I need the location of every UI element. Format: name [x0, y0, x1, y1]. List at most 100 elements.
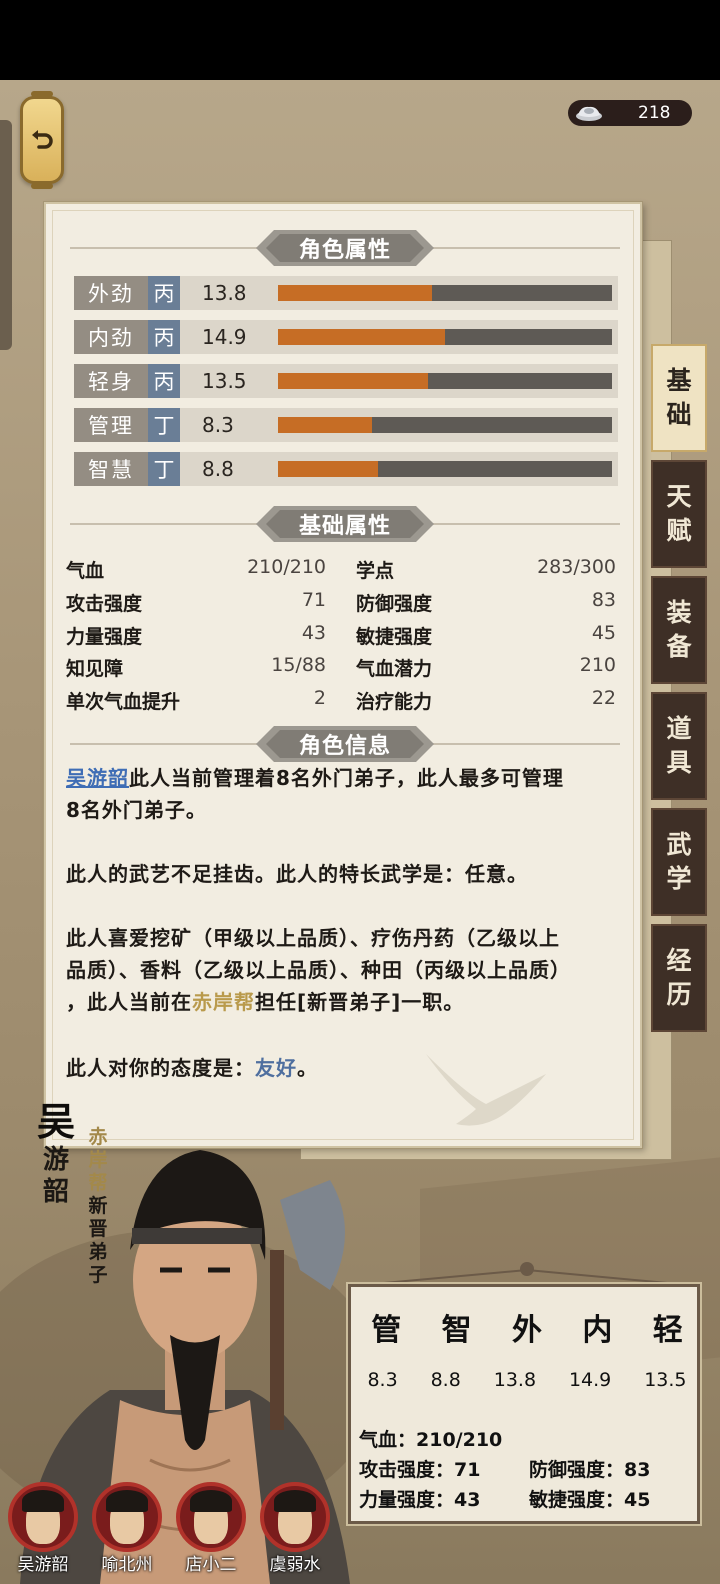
role-char: 新	[88, 1195, 108, 1217]
tab-char: 天	[666, 482, 692, 511]
back-arrow-icon	[32, 130, 53, 149]
stat-label: 力量强度	[66, 626, 143, 648]
info-paragraph-preferences: 此人喜爱挖矿（甲级以上品质）、疗伤丹药（乙级以上 品质）、香料（乙级以上品质）、…	[66, 922, 626, 1018]
attribute-grade: 丙	[148, 364, 180, 398]
roster-avatar[interactable]	[260, 1482, 330, 1552]
attribute-value: 13.8	[202, 281, 247, 305]
info-text: ，此人当前在	[66, 990, 192, 1014]
tab-equipment[interactable]: 装 备	[651, 576, 707, 684]
section-title-attributes: 角色属性	[46, 228, 644, 268]
tab-char: 历	[666, 980, 692, 1009]
stat-item: 敏捷强度 45	[356, 622, 616, 650]
attribute-bar-fill	[278, 285, 432, 301]
card-value: 14.9	[568, 1369, 612, 1391]
roster-avatar[interactable]	[8, 1482, 78, 1552]
stat-item: 防御强度 83	[356, 589, 616, 617]
stat-label: 防御强度	[356, 593, 433, 615]
name-char: 游	[42, 1145, 69, 1175]
stat-item: 单次气血提升 2	[66, 687, 326, 715]
tab-martial-arts[interactable]: 武 学	[651, 808, 707, 916]
character-affiliation-vertical: 赤 岸 帮 新 晋 弟 子	[86, 1126, 110, 1287]
section-title-basic: 基础属性	[46, 504, 644, 544]
roster-avatar[interactable]	[176, 1482, 246, 1552]
sect-name: 赤岸帮	[192, 990, 255, 1014]
stat-value: 43	[301, 622, 326, 644]
tab-char: 武	[666, 830, 692, 859]
card-headers: 管 智 外 内 轻	[351, 1305, 703, 1349]
sect-char: 岸	[88, 1149, 108, 1171]
roster-name: 吴游韶	[17, 1555, 69, 1575]
tab-history[interactable]: 经 历	[651, 924, 707, 1032]
silver-ingot-icon	[576, 106, 602, 121]
tab-items[interactable]: 道 具	[651, 692, 707, 800]
attribute-grade: 丙	[148, 276, 180, 310]
card-hp: 气血：210/210	[359, 1429, 503, 1451]
card-value: 8.3	[367, 1369, 398, 1391]
tab-char: 基	[666, 366, 692, 395]
stat-value: 283/300	[537, 556, 616, 578]
section-title-info: 角色信息	[46, 724, 644, 764]
stat-item: 力量强度 43	[66, 622, 326, 650]
tab-basic[interactable]: 基 础	[651, 344, 707, 452]
stat-label: 知见障	[66, 658, 124, 680]
roster-name: 喻北州	[101, 1555, 153, 1575]
attribute-bar-fill	[278, 373, 429, 389]
card-value: 13.8	[493, 1369, 537, 1391]
card-header: 智	[441, 1313, 472, 1348]
stat-item: 攻击强度 71	[66, 589, 326, 617]
tab-char: 础	[666, 400, 692, 429]
stat-value: 210	[579, 654, 616, 676]
roster-name: 虞弱水	[269, 1555, 321, 1575]
attribute-bar	[278, 417, 612, 433]
stats-summary-card: 管 智 外 内 轻 8.3 8.8 13.8 14.9 13.5 气血：210/…	[348, 1284, 700, 1524]
attribute-value: 8.8	[202, 457, 234, 481]
role-char: 晋	[88, 1218, 108, 1240]
attribute-bar-fill	[278, 417, 372, 433]
stat-value: 71	[301, 589, 326, 611]
role-char: 弟	[88, 1241, 108, 1263]
attribute-grade: 丙	[148, 320, 180, 354]
bird-decoration-icon	[426, 1054, 546, 1126]
character-panel: 角色属性 外劲 丙 13.8 内劲 丙 14.9 轻身 丙 13.5 管理 丁 …	[44, 202, 642, 1148]
back-button[interactable]	[20, 91, 64, 189]
stat-label: 治疗能力	[356, 691, 433, 713]
stat-label: 气血潜力	[356, 658, 433, 680]
tab-char: 具	[666, 748, 692, 777]
info-text: 担任[新晋弟子]一职。	[255, 990, 465, 1014]
stat-label: 学点	[356, 560, 395, 582]
attribute-bar	[278, 285, 612, 301]
info-text: 此人对你的态度是：	[66, 1056, 255, 1080]
tab-char: 道	[666, 714, 692, 743]
tab-char: 装	[666, 598, 692, 627]
card-values: 8.3 8.8 13.8 14.9 13.5	[351, 1369, 703, 1391]
name-char: 吴	[36, 1100, 75, 1144]
attribute-name: 轻身	[74, 364, 148, 398]
info-text: 品质）、香料（乙级以上品质）、种田（丙级以上品质）	[66, 958, 571, 982]
tab-char: 备	[666, 632, 692, 661]
left-edge-tab[interactable]	[0, 120, 12, 350]
tab-char: 赋	[666, 516, 692, 545]
attitude-value: 友好	[255, 1056, 297, 1080]
tab-char: 经	[666, 946, 692, 975]
attribute-value: 14.9	[202, 325, 247, 349]
roster-avatar[interactable]	[92, 1482, 162, 1552]
sect-char: 帮	[88, 1172, 108, 1194]
stat-value: 45	[591, 622, 616, 644]
info-paragraph-martial: 此人的武艺不足挂齿。此人的特长武学是：任意。	[66, 862, 528, 886]
stat-item: 气血潜力 210	[356, 654, 616, 682]
info-paragraph-management: 吴游韶此人当前管理着8名外门弟子，此人最多可管理 8名外门弟子。	[66, 762, 626, 826]
stat-item: 气血 210/210	[66, 556, 326, 584]
currency-display: 218	[568, 100, 692, 126]
currency-amount: 218	[638, 103, 671, 123]
character-name-link[interactable]: 吴游韶	[66, 766, 129, 790]
section-title-text: 角色属性	[298, 238, 391, 263]
card-header: 外	[511, 1313, 542, 1348]
stat-value: 15/88	[271, 654, 326, 676]
tab-talent[interactable]: 天 赋	[651, 460, 707, 568]
stat-label: 气血	[66, 560, 105, 582]
role-char: 子	[88, 1264, 108, 1286]
attribute-bar	[278, 329, 612, 345]
stat-item: 知见障 15/88	[66, 654, 326, 682]
card-header: 内	[582, 1313, 613, 1348]
card-defense: 防御强度：83	[529, 1459, 651, 1481]
